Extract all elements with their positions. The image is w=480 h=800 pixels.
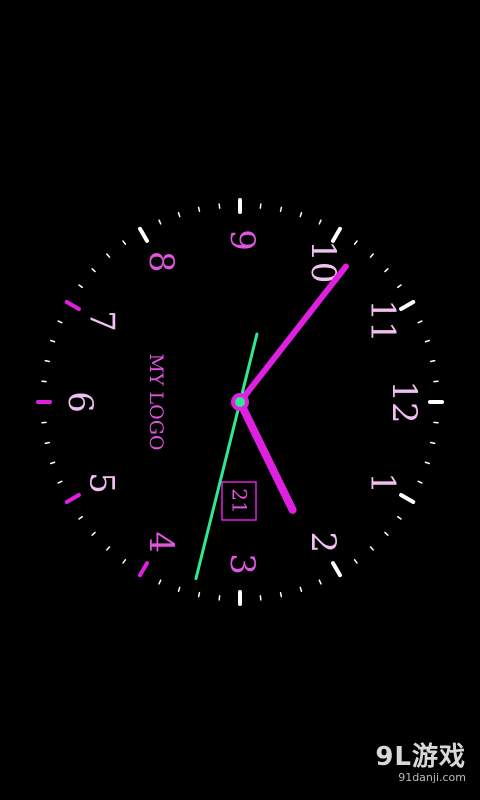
minute-tick: [384, 531, 389, 536]
minute-tick: [369, 546, 374, 551]
minute-tick: [417, 320, 423, 324]
hour-tick: [64, 493, 81, 504]
minute-tick: [44, 441, 51, 445]
watermark-logo: 9L游戏 91danji.com: [375, 736, 466, 784]
clock-numeral-11: 11: [362, 299, 402, 342]
minute-tick: [91, 268, 96, 273]
minute-tick: [91, 531, 96, 536]
minute-tick: [353, 559, 358, 564]
clock-logo-text: MY LOGO: [145, 354, 167, 451]
hour-tick: [138, 561, 149, 578]
clock-center-pin: [235, 397, 245, 407]
clock-numeral-12: 12: [384, 380, 424, 423]
minute-tick: [353, 240, 358, 245]
minute-tick: [106, 253, 111, 258]
minute-tick: [197, 206, 201, 213]
minute-tick: [424, 339, 431, 343]
minute-tick: [177, 586, 181, 593]
minute-tick: [49, 339, 56, 343]
minute-tick: [369, 253, 374, 258]
minute-tick: [122, 559, 127, 564]
minute-tick: [318, 219, 322, 225]
minute-tick: [397, 284, 402, 289]
minute-tick: [318, 579, 322, 585]
hour-tick: [331, 561, 342, 578]
clock-numeral-7: 7: [82, 310, 122, 332]
minute-tick: [106, 546, 111, 551]
hour-tick: [138, 226, 149, 243]
minute-tick: [78, 515, 83, 520]
analog-clock-face: 121234567891011 MY LOGO 21: [36, 198, 444, 606]
clock-numeral-3: 3: [222, 553, 262, 575]
hour-tick: [64, 300, 81, 311]
clock-numeral-8: 8: [141, 251, 181, 273]
watermark-brand: 9L游戏: [375, 742, 466, 772]
minute-tick: [429, 441, 436, 445]
minute-tick: [44, 359, 51, 363]
minute-tick: [384, 268, 389, 273]
minute-tick: [299, 586, 303, 593]
second-hand: [194, 332, 259, 581]
clock-numeral-5: 5: [82, 472, 122, 494]
minute-tick: [424, 461, 431, 465]
date-display: 21: [221, 481, 257, 521]
clock-numeral-1: 1: [362, 472, 402, 494]
minute-tick: [279, 591, 283, 598]
date-day-text: 21: [228, 488, 252, 513]
clock-numeral-2: 2: [303, 531, 343, 553]
minute-tick: [197, 591, 201, 598]
hour-tick: [399, 493, 416, 504]
minute-tick: [158, 219, 162, 225]
clock-numeral-6: 6: [60, 391, 100, 413]
minute-tick: [279, 206, 283, 213]
minute-tick: [122, 240, 127, 245]
minute-tick: [417, 480, 423, 484]
minute-tick: [429, 359, 436, 363]
minute-tick: [158, 579, 162, 585]
clock-numeral-4: 4: [141, 531, 181, 553]
minute-tick: [57, 320, 63, 324]
minute-tick: [177, 211, 181, 218]
minute-tick: [397, 515, 402, 520]
minute-tick: [49, 461, 56, 465]
minute-tick: [57, 480, 63, 484]
minute-tick: [78, 284, 83, 289]
clock-numeral-9: 9: [222, 229, 262, 251]
minute-tick: [299, 211, 303, 218]
